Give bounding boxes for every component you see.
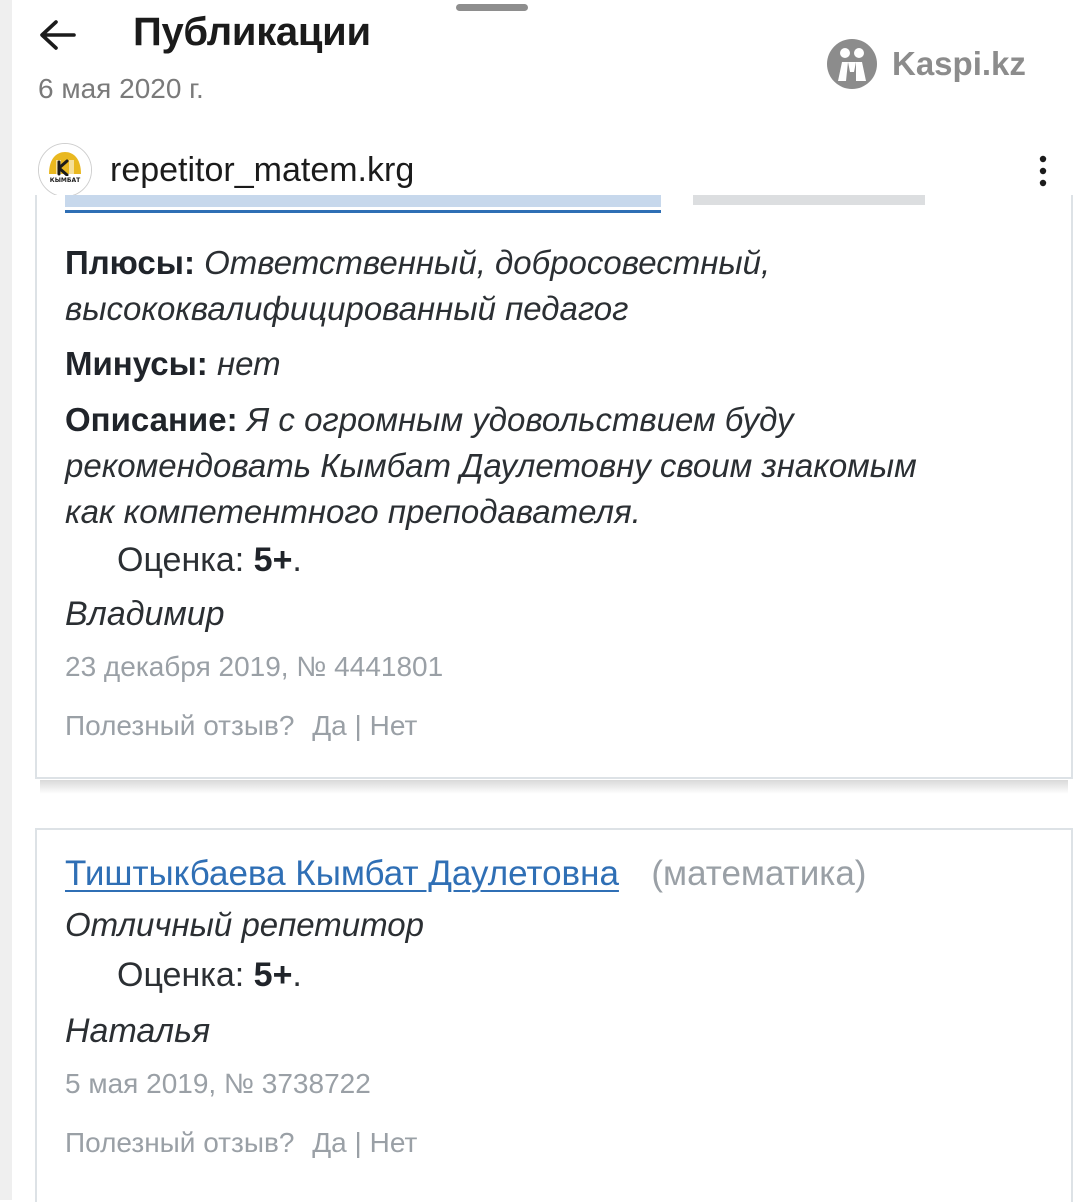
review-author: Владимир (65, 595, 225, 633)
review-header: Тиштыкбаева Кымбат Даулетовна (математик… (65, 854, 866, 894)
avatar[interactable]: КЫМБАТ (38, 143, 92, 197)
arrow-left-icon (40, 20, 76, 50)
review-meta: 5 мая 2019, № 3738722 (65, 1068, 371, 1099)
teacher-link[interactable]: Тиштыкбаева Кымбат Даулетовна (65, 854, 619, 893)
review-cons: Минусы: нет (65, 341, 281, 387)
rating-label: Оценка: (117, 541, 245, 579)
more-options-button[interactable] (1026, 150, 1060, 194)
helpful-question: Полезный отзыв? (65, 1127, 295, 1158)
watermark: Kaspi.kz (826, 38, 1026, 90)
review-meta: 23 декабря 2019, № 4441801 (65, 651, 444, 682)
teacher-link-clipped[interactable] (65, 195, 661, 217)
kymbat-logo-icon: КЫМБАТ (39, 144, 91, 196)
vote-separator: | (354, 1127, 362, 1158)
subject: (математика) (651, 854, 867, 893)
helpful-question: Полезный отзыв? (65, 710, 295, 741)
vote-no-link[interactable]: Нет (370, 710, 418, 741)
rating-value: 5+ (253, 541, 293, 579)
rating-label: Оценка: (117, 956, 245, 994)
pros-text-2: высококвалифицированный педагог (65, 290, 629, 327)
rating-period: . (292, 541, 302, 579)
review-description: Описание: Я с огромным удовольствием буд… (65, 397, 794, 443)
vote-yes-link[interactable]: Да (312, 1127, 347, 1158)
rating-period: . (292, 956, 302, 994)
rating-value: 5+ (253, 956, 293, 994)
helpful-vote: Полезный отзыв? Да | Нет (65, 710, 417, 742)
description-text-2: рекомендовать Кымбат Даулетовну своим зн… (65, 447, 917, 484)
post-author-row[interactable]: КЫМБАТ repetitor_matem.krg (38, 142, 414, 198)
page-title: Публикации (133, 10, 371, 54)
watermark-text: Kaspi.kz (892, 45, 1026, 82)
grab-handle[interactable] (456, 4, 528, 11)
description-text-1: Я с огромным удовольствием буду (246, 401, 794, 438)
more-vertical-icon (1039, 155, 1047, 187)
pros-text-1: Ответственный, добросовестный, (204, 244, 771, 281)
review-card: Плюсы: Ответственный, добросовестный, вы… (35, 195, 1073, 779)
review-author: Наталья (65, 1012, 211, 1050)
screen-edge (0, 0, 12, 1200)
rating: Оценка: 5+. (117, 541, 302, 580)
vote-yes-link[interactable]: Да (312, 710, 347, 741)
card-shadow (40, 780, 1068, 794)
post-date: 6 мая 2020 г. (38, 73, 204, 104)
review-card: Тиштыкбаева Кымбат Даулетовна (математик… (35, 828, 1073, 1202)
kaspi-logo-icon (827, 39, 877, 89)
review-text: Отличный репетитор (65, 906, 424, 943)
back-button[interactable] (34, 10, 86, 62)
review-pros: Плюсы: Ответственный, добросовестный, (65, 240, 770, 286)
vote-no-link[interactable]: Нет (370, 1127, 418, 1158)
cons-text: нет (216, 345, 281, 382)
description-label: Описание: (65, 401, 238, 438)
vote-separator: | (354, 710, 362, 741)
subject-clipped (693, 195, 925, 205)
description-text-3: как компетентного преподавателя. (65, 493, 641, 530)
helpful-vote: Полезный отзыв? Да | Нет (65, 1127, 417, 1159)
rating: Оценка: 5+. (117, 956, 302, 995)
avatar-text: КЫМБАТ (50, 177, 81, 184)
cons-label: Минусы: (65, 345, 208, 382)
username[interactable]: repetitor_matem.krg (110, 151, 414, 190)
pros-label: Плюсы: (65, 244, 195, 281)
